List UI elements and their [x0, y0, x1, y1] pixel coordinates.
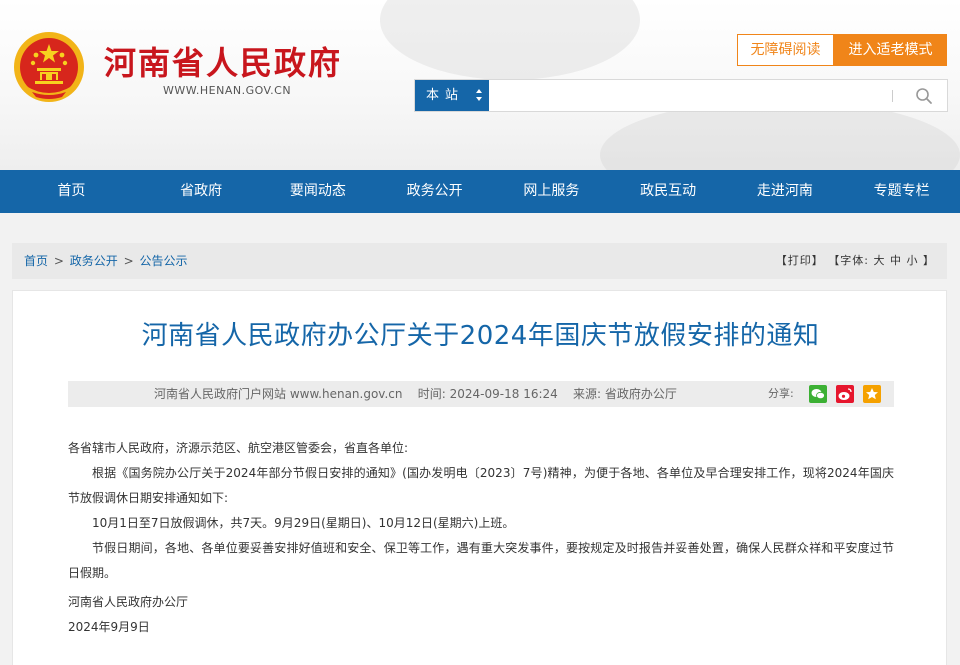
- nav-item-special-topics[interactable]: 专题专栏: [843, 170, 960, 213]
- favorite-star-icon[interactable]: [863, 385, 881, 403]
- up-down-arrows-icon: [476, 89, 482, 101]
- time-label: 时间:: [417, 387, 446, 401]
- article-container: 河南省人民政府办公厅关于2024年国庆节放假安排的通知 河南省人民政府门户网站 …: [12, 290, 947, 665]
- breadcrumb-separator: >: [53, 254, 64, 268]
- origin-label: 来源:: [573, 387, 602, 401]
- article-paragraph: 节假日期间，各地、各单位要妥善安排好值班和安全、保卫等工作，遇有重大突发事件，要…: [68, 541, 894, 580]
- nav-item-news[interactable]: 要闻动态: [259, 170, 376, 213]
- nav-item-about-henan[interactable]: 走进河南: [726, 170, 843, 213]
- article-meta-bar: 河南省人民政府门户网站 www.henan.gov.cn 时间: 2024-09…: [68, 381, 894, 407]
- main-nav: 首页 省政府 要闻动态 政务公开 网上服务 政民互动 走进河南 专题专栏: [0, 170, 960, 213]
- font-size-suffix: 】: [923, 254, 935, 267]
- site-title[interactable]: 河南省人民政府: [104, 38, 342, 84]
- site-header: 河南省人民政府 WWW.HENAN.GOV.CN 无障碍阅读 进入适老模式 本站: [0, 0, 960, 170]
- nav-item-home[interactable]: 首页: [0, 170, 143, 213]
- nav-item-interaction[interactable]: 政民互动: [610, 170, 727, 213]
- breadcrumb-announcements-link[interactable]: 公告公示: [139, 254, 187, 268]
- article-tools: 【打印】 【字体: 大 中 小 】: [776, 243, 935, 279]
- search-divider: [892, 90, 893, 102]
- nav-item-online-services[interactable]: 网上服务: [493, 170, 610, 213]
- search-input[interactable]: [491, 82, 891, 109]
- font-size-large-button[interactable]: 大: [874, 254, 886, 267]
- font-size-medium-button[interactable]: 中: [890, 254, 902, 267]
- breadcrumb-home-link[interactable]: 首页: [24, 254, 48, 268]
- wechat-icon[interactable]: [809, 385, 827, 403]
- weibo-icon[interactable]: [836, 385, 854, 403]
- breadcrumb: 首页 > 政务公开 > 公告公示: [24, 243, 187, 279]
- font-size-label: 【字体:: [828, 254, 869, 267]
- search-icon[interactable]: [915, 87, 933, 105]
- article-body: 各省辖市人民政府，济源示范区、航空港区管委会，省直各单位: 根据《国务院办公厅关…: [68, 436, 894, 640]
- article-salutation: 各省辖市人民政府，济源示范区、航空港区管委会，省直各单位:: [68, 441, 409, 455]
- accessibility-reading-button[interactable]: 无障碍阅读: [737, 34, 834, 66]
- header-cloud-decoration: [380, 0, 640, 80]
- nav-item-government-affairs[interactable]: 政务公开: [376, 170, 493, 213]
- article-meta: 河南省人民政府门户网站 www.henan.gov.cn 时间: 2024-09…: [154, 381, 677, 407]
- article-origin: 省政府办公厅: [604, 387, 677, 401]
- national-emblem-icon[interactable]: [12, 30, 86, 104]
- article-title: 河南省人民政府办公厅关于2024年国庆节放假安排的通知: [141, 321, 820, 351]
- print-button[interactable]: 【打印】: [776, 254, 824, 267]
- share-label: 分享:: [768, 387, 794, 400]
- source-site: 河南省人民政府门户网站 www.henan.gov.cn: [154, 387, 403, 401]
- article-paragraph: 10月1日至7日放假调休，共7天。9月29日(星期日)、10月12日(星期六)上…: [92, 516, 515, 530]
- publish-time: 2024-09-18 16:24: [449, 387, 558, 401]
- article-signature: 河南省人民政府办公厅: [68, 595, 189, 609]
- search-scope-label: 本站: [426, 88, 465, 103]
- elder-mode-button[interactable]: 进入适老模式: [834, 34, 947, 66]
- article-date: 2024年9月9日: [68, 620, 150, 634]
- font-size-small-button[interactable]: 小: [907, 254, 919, 267]
- search-scope-select[interactable]: 本站: [415, 80, 489, 111]
- search-box: 本站: [414, 79, 948, 112]
- nav-item-provincial-government[interactable]: 省政府: [143, 170, 260, 213]
- breadcrumb-bar: 首页 > 政务公开 > 公告公示 【打印】 【字体: 大 中 小 】: [12, 243, 947, 279]
- site-domain: WWW.HENAN.GOV.CN: [163, 84, 292, 97]
- breadcrumb-government-affairs-link[interactable]: 政务公开: [70, 254, 118, 268]
- article-paragraph: 根据《国务院办公厅关于2024年部分节假日安排的通知》(国办发明电〔2023〕7…: [68, 466, 894, 505]
- breadcrumb-separator: >: [123, 254, 134, 268]
